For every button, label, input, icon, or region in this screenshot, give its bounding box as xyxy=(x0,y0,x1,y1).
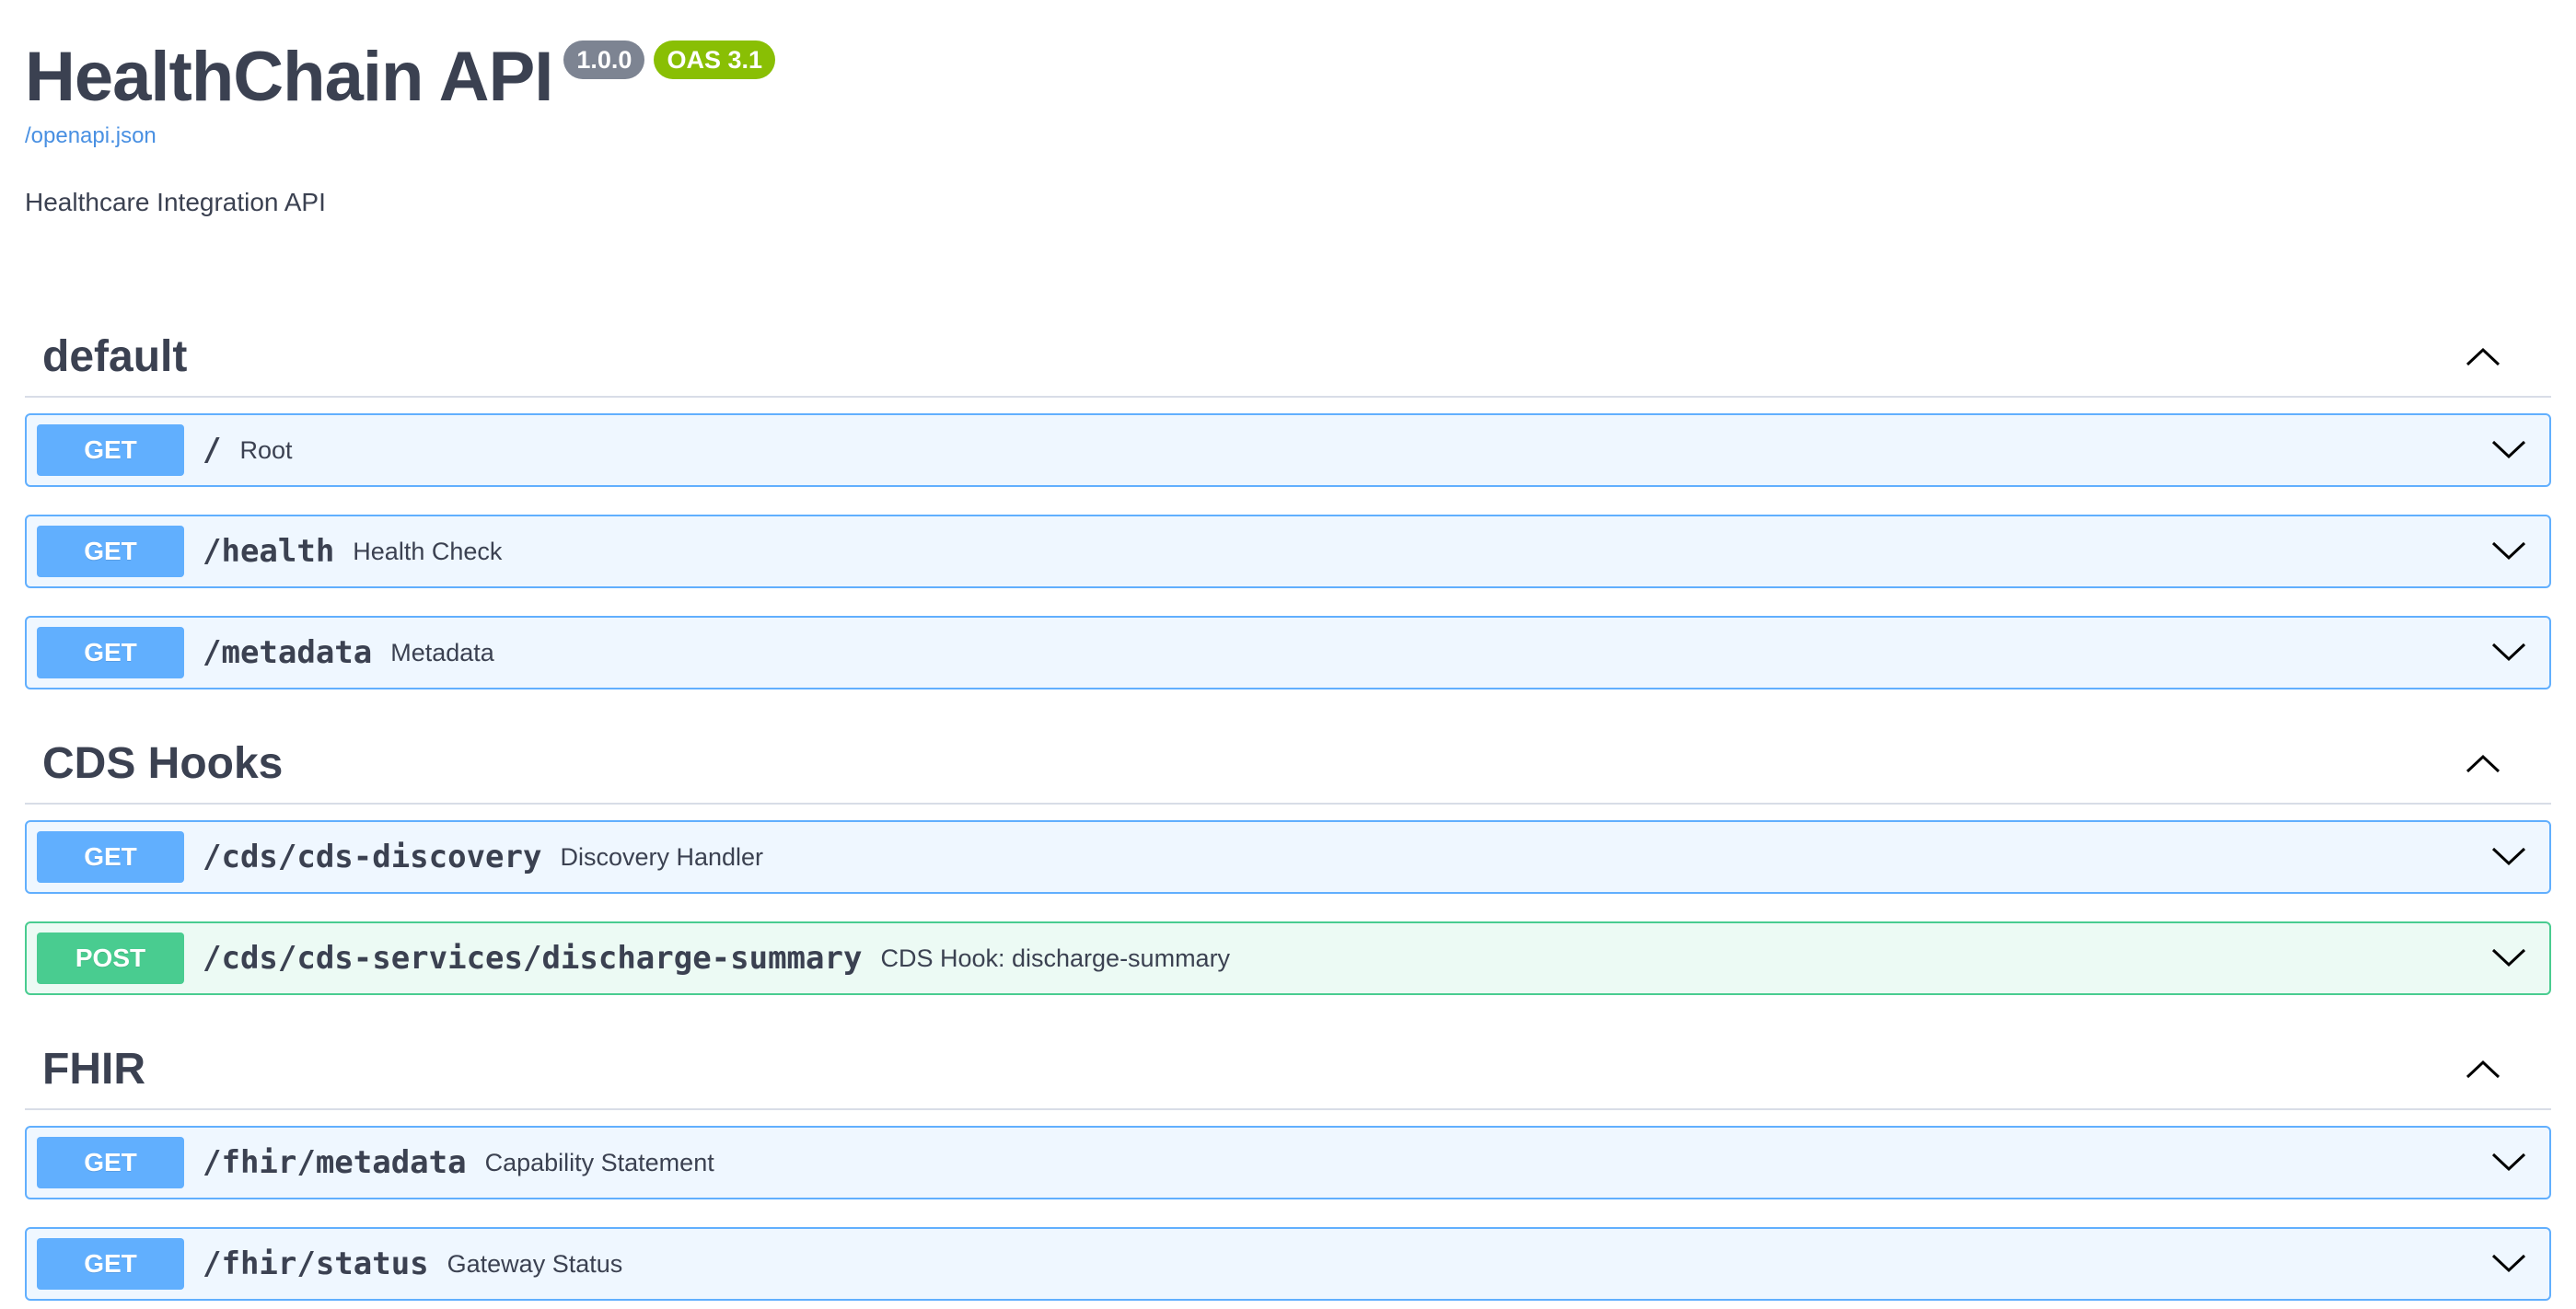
operation-post-discharge-summary[interactable]: POST /cds/cds-services/discharge-summary… xyxy=(25,921,2551,995)
operation-path: /metadata xyxy=(203,634,373,671)
tag-section-cds-hooks[interactable]: CDS Hooks xyxy=(25,724,2551,805)
method-badge: GET xyxy=(37,526,184,577)
oas-badge: OAS 3.1 xyxy=(654,41,775,79)
chevron-up-icon[interactable] xyxy=(2455,329,2511,384)
chevron-up-icon[interactable] xyxy=(2455,736,2511,791)
operation-summary: Health Check xyxy=(353,537,503,565)
tag-section-fhir[interactable]: FHIR xyxy=(25,1029,2551,1110)
method-badge: GET xyxy=(37,424,184,476)
operation-summary: Gateway Status xyxy=(447,1249,623,1278)
openapi-json-link[interactable]: /openapi.json xyxy=(25,123,157,149)
chevron-down-icon[interactable] xyxy=(2483,526,2535,577)
method-badge: GET xyxy=(37,1238,184,1290)
chevron-down-icon[interactable] xyxy=(2483,831,2535,883)
operation-summary: Discovery Handler xyxy=(560,842,764,871)
method-badge: POST xyxy=(37,933,184,984)
operation-get-fhir-metadata[interactable]: GET /fhir/metadata Capability Statement xyxy=(25,1126,2551,1199)
method-badge: GET xyxy=(37,627,184,678)
chevron-down-icon[interactable] xyxy=(2483,627,2535,678)
operation-summary: Root xyxy=(239,435,293,464)
version-badge: 1.0.0 xyxy=(563,41,645,79)
chevron-down-icon[interactable] xyxy=(2483,933,2535,984)
operation-get-health[interactable]: GET /health Health Check xyxy=(25,515,2551,588)
operation-get-root[interactable]: GET / Root xyxy=(25,413,2551,487)
method-badge: GET xyxy=(37,1137,184,1188)
operation-path: /cds/cds-discovery xyxy=(203,839,542,875)
api-description: Healthcare Integration API xyxy=(25,188,326,216)
operation-get-metadata[interactable]: GET /metadata Metadata xyxy=(25,616,2551,689)
chevron-down-icon[interactable] xyxy=(2483,424,2535,476)
operation-get-fhir-status[interactable]: GET /fhir/status Gateway Status xyxy=(25,1227,2551,1301)
operation-get-cds-discovery[interactable]: GET /cds/cds-discovery Discovery Handler xyxy=(25,820,2551,894)
operation-path: /fhir/status xyxy=(203,1245,429,1282)
chevron-down-icon[interactable] xyxy=(2483,1137,2535,1188)
page-title: HealthChain API xyxy=(25,38,553,116)
tag-name: CDS Hooks xyxy=(42,738,284,788)
tag-section-default[interactable]: default xyxy=(25,317,2551,398)
operation-summary: Metadata xyxy=(390,638,494,666)
operation-path: / xyxy=(203,432,222,469)
chevron-down-icon[interactable] xyxy=(2483,1238,2535,1290)
method-badge: GET xyxy=(37,831,184,883)
operation-summary: CDS Hook: discharge-summary xyxy=(880,944,1231,972)
operation-summary: Capability Statement xyxy=(484,1148,714,1176)
operation-path: /fhir/metadata xyxy=(203,1144,467,1181)
info-header: HealthChain API 1.0.0 OAS 3.1 xyxy=(25,35,775,120)
chevron-up-icon[interactable] xyxy=(2455,1041,2511,1096)
operation-path: /health xyxy=(203,533,335,570)
operation-path: /cds/cds-services/discharge-summary xyxy=(203,940,863,977)
tag-name: default xyxy=(42,331,188,381)
tag-name: FHIR xyxy=(42,1044,145,1094)
